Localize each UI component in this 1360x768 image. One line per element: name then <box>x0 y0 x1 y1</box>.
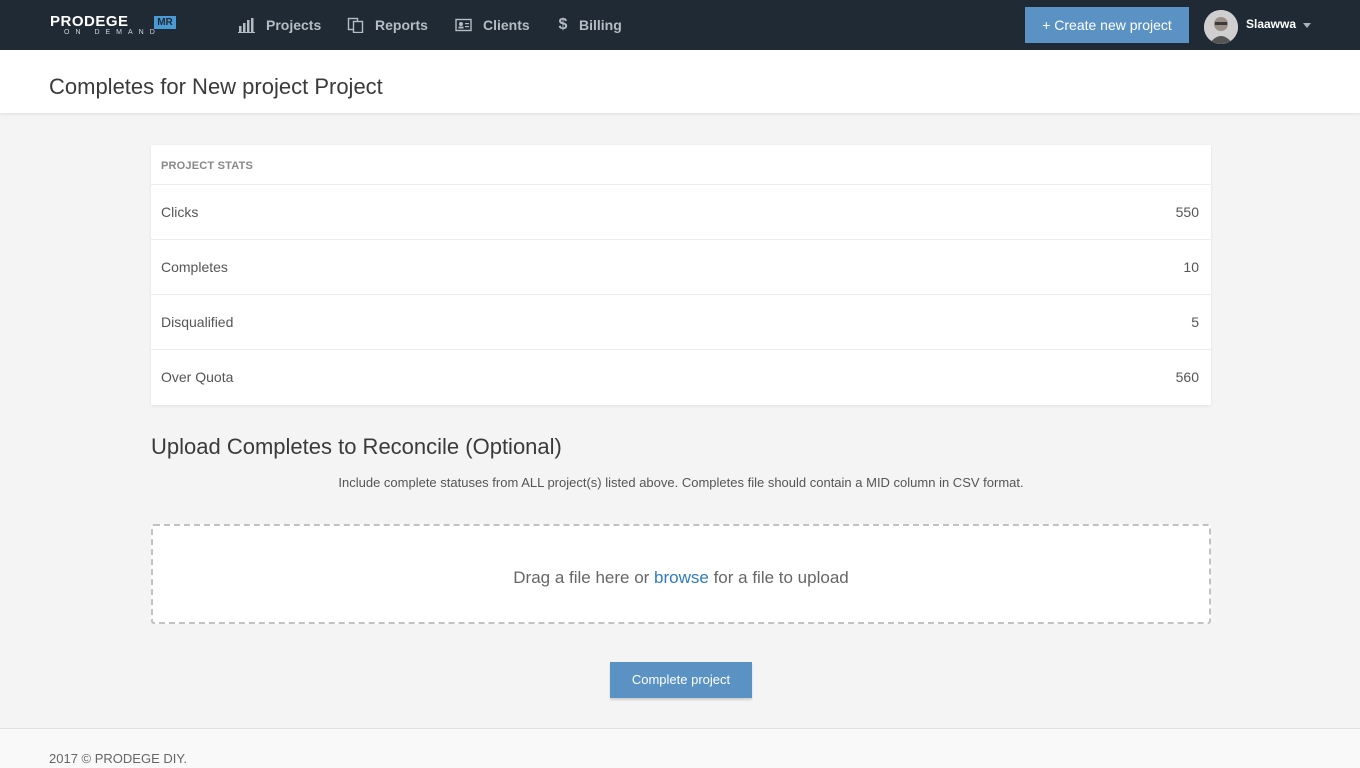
stat-label: Completes <box>161 259 228 275</box>
browse-link[interactable]: browse <box>654 568 709 587</box>
nav-item-projects[interactable]: Projects <box>238 0 321 50</box>
nav-label-billing: Billing <box>579 17 622 33</box>
stat-row-completes: Completes 10 <box>151 240 1211 295</box>
stat-row-disqualified: Disqualified 5 <box>151 295 1211 350</box>
stats-header: PROJECT STATS <box>151 145 1211 185</box>
nav-item-billing[interactable]: $ Billing <box>557 0 622 50</box>
stat-row-clicks: Clicks 550 <box>151 185 1211 240</box>
nav-label-clients: Clients <box>483 17 530 33</box>
complete-project-button[interactable]: Complete project <box>610 662 752 698</box>
create-new-project-button[interactable]: + Create new project <box>1025 7 1189 43</box>
dropzone-text: Drag a file here or browse for a file to… <box>153 568 1209 588</box>
upload-description: Include complete statuses from ALL proje… <box>338 475 1024 490</box>
stat-value: 550 <box>1175 204 1199 220</box>
footer: 2017 © PRODEGE DIY. <box>0 728 1360 768</box>
user-name[interactable]: Slaawwa <box>1246 17 1296 31</box>
user-avatar[interactable] <box>1204 10 1238 44</box>
page-title: Completes for New project Project <box>49 74 383 99</box>
stat-row-over-quota: Over Quota 560 <box>151 350 1211 405</box>
dropzone-suffix: for a file to upload <box>708 568 849 587</box>
chevron-down-icon[interactable] <box>1303 23 1311 28</box>
footer-copyright: 2017 © PRODEGE DIY. <box>49 751 187 766</box>
prodege-logo[interactable]: PRODEGE MR ON DEMAND <box>50 14 180 38</box>
id-card-icon <box>455 17 473 33</box>
documents-icon <box>347 17 365 33</box>
nav-item-reports[interactable]: Reports <box>347 0 428 50</box>
logo-text: PRODEGE <box>50 13 129 30</box>
stat-value: 560 <box>1175 369 1199 385</box>
stats-header-label: PROJECT STATS <box>161 160 254 172</box>
bar-chart-icon <box>238 17 256 33</box>
stat-label: Clicks <box>161 204 199 220</box>
logo-badge: MR <box>154 16 176 29</box>
dropzone-prefix: Drag a file here or <box>513 568 655 587</box>
stat-value: 10 <box>1183 259 1199 275</box>
nav-label-projects: Projects <box>266 17 322 33</box>
stat-value: 5 <box>1191 314 1199 330</box>
project-stats-card: PROJECT STATS Clicks 550 Completes 10 Di… <box>151 145 1211 405</box>
nav-label-reports: Reports <box>375 17 428 33</box>
page-header: Completes for New project Project <box>0 50 1360 114</box>
top-navbar: PRODEGE MR ON DEMAND Projects Reports Cl… <box>0 0 1360 50</box>
dollar-icon: $ <box>558 16 568 33</box>
upload-section-title: Upload Completes to Reconcile (Optional) <box>151 434 562 459</box>
stat-label: Disqualified <box>161 314 234 330</box>
nav-item-clients[interactable]: Clients <box>455 0 530 50</box>
stat-label: Over Quota <box>161 369 234 385</box>
file-dropzone[interactable]: Drag a file here or browse for a file to… <box>151 524 1211 624</box>
logo-subtitle: ON DEMAND <box>64 29 161 36</box>
